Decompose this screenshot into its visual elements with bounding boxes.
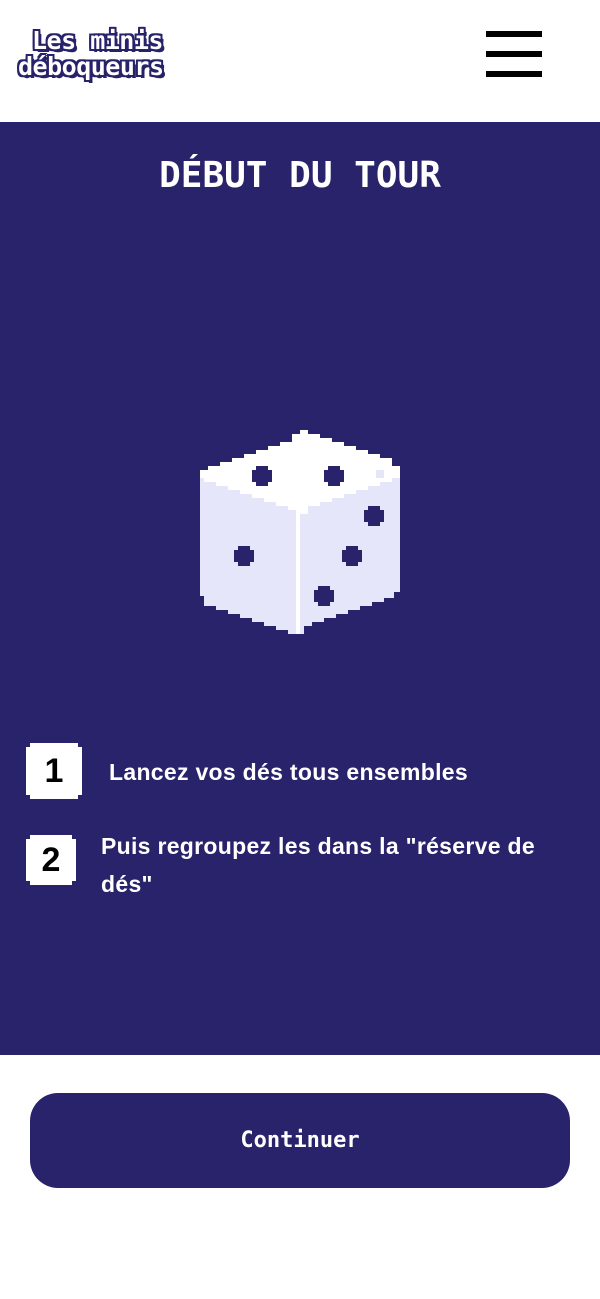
menu-bar xyxy=(486,51,542,57)
turn-start-panel: DÉBUT DU TOUR 1 Lancez vos dés tous ense… xyxy=(0,122,600,1055)
logo-line-1: Les minis xyxy=(32,26,163,55)
step-number-badge: 1 xyxy=(26,743,82,799)
dice-glint xyxy=(376,470,384,478)
step-text: Puis regroupez les dans la "réserve de d… xyxy=(101,833,535,897)
step-text: Lancez vos dés tous ensembles xyxy=(109,759,468,785)
dice-edge xyxy=(296,514,300,634)
header: Les minis déboqueurs xyxy=(0,0,600,122)
app-logo[interactable]: Les minis déboqueurs xyxy=(18,26,178,86)
logo-line-2: déboqueurs xyxy=(18,52,164,81)
page-title: DÉBUT DU TOUR xyxy=(159,155,441,196)
hamburger-menu-icon[interactable] xyxy=(484,30,544,80)
step-number: 1 xyxy=(44,751,64,790)
dice-icon xyxy=(200,430,400,634)
step-number-badge: 2 xyxy=(26,835,76,885)
menu-bar xyxy=(486,71,542,77)
continue-button[interactable]: Continuer xyxy=(30,1093,570,1188)
menu-bar xyxy=(486,31,542,37)
step-number: 2 xyxy=(41,840,61,879)
